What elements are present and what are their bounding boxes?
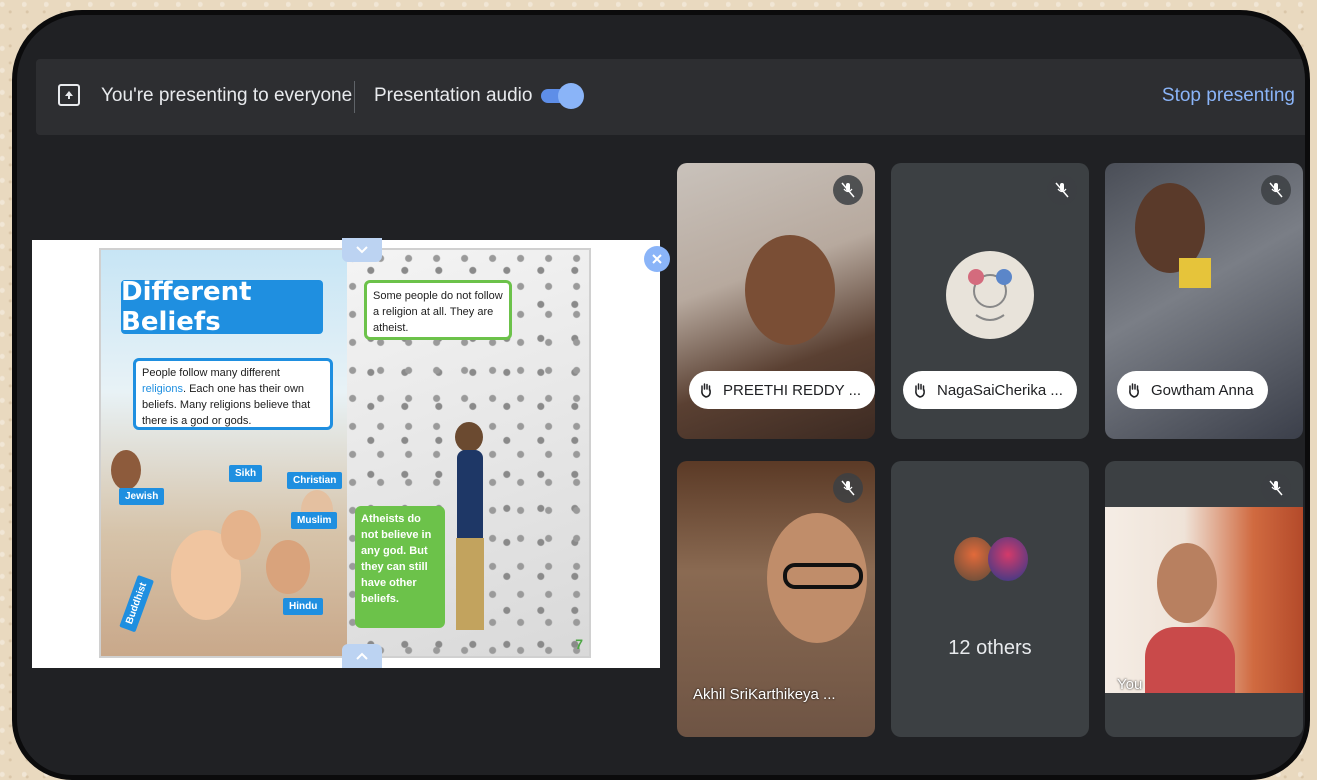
tag-christian: Christian [287,472,343,489]
religions-description: People follow many different religions. … [133,358,333,430]
boy-figure-body [457,450,483,540]
participant-tile-preethi[interactable]: PREETHI REDDY ... [677,163,875,439]
self-name: You [1117,676,1143,693]
raised-hand-icon [1127,382,1141,398]
chevron-up-icon [356,652,368,660]
toggle-thumb [558,83,584,109]
participant-name: PREETHI REDDY ... [689,371,875,409]
atheist-note: Some people do not follow a religion at … [364,280,512,340]
presentation-preview: Different Beliefs People follow many dif… [32,238,670,668]
self-body [1145,627,1235,693]
close-preview-button[interactable] [644,246,670,272]
boy-figure-head [455,422,483,452]
others-tile[interactable]: 12 others [891,461,1089,737]
mic-muted-icon [1047,175,1077,205]
participant-name: Akhil SriKarthikeya ... [693,686,836,703]
tag-jewish: Jewish [119,488,165,505]
meeting-window: You're presenting to everyone Presentati… [12,10,1310,780]
slide: Different Beliefs People follow many dif… [99,248,591,658]
stop-presenting-button[interactable]: Stop presenting [1162,85,1295,107]
presentation-audio-toggle[interactable] [541,83,584,109]
participant-tile-gowtham[interactable]: Gowtham Anna [1105,163,1303,439]
child-face [266,540,310,594]
child-face [221,510,261,560]
raised-hand-icon [913,382,927,398]
participant-tile-naga[interactable]: NagaSaiCherika ... [891,163,1089,439]
others-avatars [954,537,1028,581]
participant-avatar [946,251,1034,339]
glasses [783,563,863,589]
slide-page-number: 7 [575,636,583,652]
tag-muslim: Muslim [291,512,338,529]
slide-title: Different Beliefs [121,277,323,337]
atheist-beliefs-note: Atheists do not believe in any god. But … [355,506,445,628]
mic-muted-icon [833,473,863,503]
boy-figure-legs [456,538,484,630]
self-face [1157,543,1217,623]
mic-muted-icon [833,175,863,205]
participant-name: NagaSaiCherika ... [903,371,1077,409]
participant-name: Gowtham Anna [1117,371,1268,409]
mic-muted-icon [1261,175,1291,205]
present-screen-icon [58,84,80,106]
expand-handle[interactable] [342,644,382,668]
raised-hand-icon [699,382,713,398]
mic-muted-icon [1261,473,1291,503]
topbar-divider [354,81,355,113]
tag-hindu: Hindu [283,598,324,615]
background-object [1179,258,1211,288]
close-icon [652,254,662,264]
collapse-handle[interactable] [342,238,382,262]
presenting-label: You're presenting to everyone [101,85,353,106]
participant-avatar [988,537,1028,581]
presentation-audio-label: Presentation audio [374,85,533,106]
chevron-down-icon [356,246,368,254]
participant-video [745,235,835,345]
self-tile[interactable]: You [1105,461,1303,737]
presenting-bar: You're presenting to everyone Presentati… [36,59,1305,135]
child-face [111,450,141,490]
others-count: 12 others [948,637,1032,659]
self-video [1105,507,1303,693]
tag-sikh: Sikh [229,465,263,482]
participant-tile-akhil[interactable]: Akhil SriKarthikeya ... [677,461,875,737]
